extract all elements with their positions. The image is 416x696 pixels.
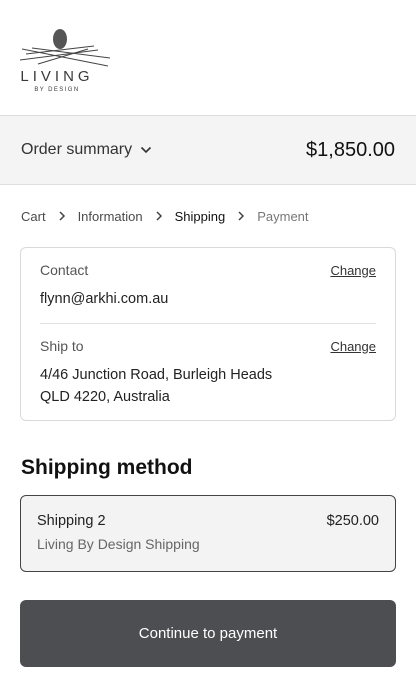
breadcrumb-payment: Payment — [257, 208, 309, 224]
change-contact-link[interactable]: Change — [330, 263, 376, 278]
breadcrumb-shipping: Shipping — [174, 208, 226, 224]
shipping-address: 4/46 Junction Road, Burleigh Heads QLD 4… — [40, 364, 376, 408]
ship-to-label: Ship to — [40, 338, 84, 354]
order-summary-toggle[interactable]: Order summary — [21, 141, 152, 159]
ship-to-row: Ship to Change 4/46 Junction Road, Burle… — [40, 323, 376, 420]
breadcrumb-cart[interactable]: Cart — [21, 209, 46, 224]
logo-wordmark: LIVING — [20, 68, 94, 85]
shipping-option-carrier: Living By Design Shipping — [37, 536, 200, 552]
order-summary-bar: Order summary $1,850.00 — [0, 115, 416, 185]
shipping-method-title: Shipping method — [21, 456, 193, 479]
change-address-link[interactable]: Change — [330, 339, 376, 354]
chevron-right-icon — [57, 211, 67, 221]
shipping-option-price: $250.00 — [326, 513, 379, 529]
breadcrumb-information[interactable]: Information — [78, 209, 143, 224]
contact-label: Contact — [40, 262, 89, 278]
continue-to-payment-button[interactable]: Continue to payment — [20, 600, 396, 667]
address-line-1: 4/46 Junction Road, Burleigh Heads — [40, 367, 273, 383]
order-total: $1,850.00 — [306, 138, 395, 161]
logo-tagline: BY DESIGN — [34, 87, 80, 93]
address-line-2: QLD 4220, Australia — [40, 389, 170, 405]
chevron-down-icon — [141, 146, 152, 154]
contact-row: Contact Change flynn@arkhi.com.au — [40, 248, 376, 323]
store-logo[interactable]: LIVING BY DESIGN — [18, 24, 112, 96]
logo-egg-icon — [19, 29, 111, 67]
order-summary-label: Order summary — [21, 141, 133, 158]
contact-email: flynn@arkhi.com.au — [40, 291, 169, 307]
shipping-option-name: Shipping 2 — [37, 513, 106, 529]
store-header: LIVING BY DESIGN — [0, 0, 416, 115]
breadcrumb: Cart Information Shipping Payment — [0, 185, 416, 247]
chevron-right-icon — [236, 211, 246, 221]
chevron-right-icon — [154, 211, 164, 221]
review-block: Contact Change flynn@arkhi.com.au Ship t… — [20, 247, 396, 421]
shipping-option[interactable]: Shipping 2 $250.00 Living By Design Ship… — [20, 495, 396, 572]
